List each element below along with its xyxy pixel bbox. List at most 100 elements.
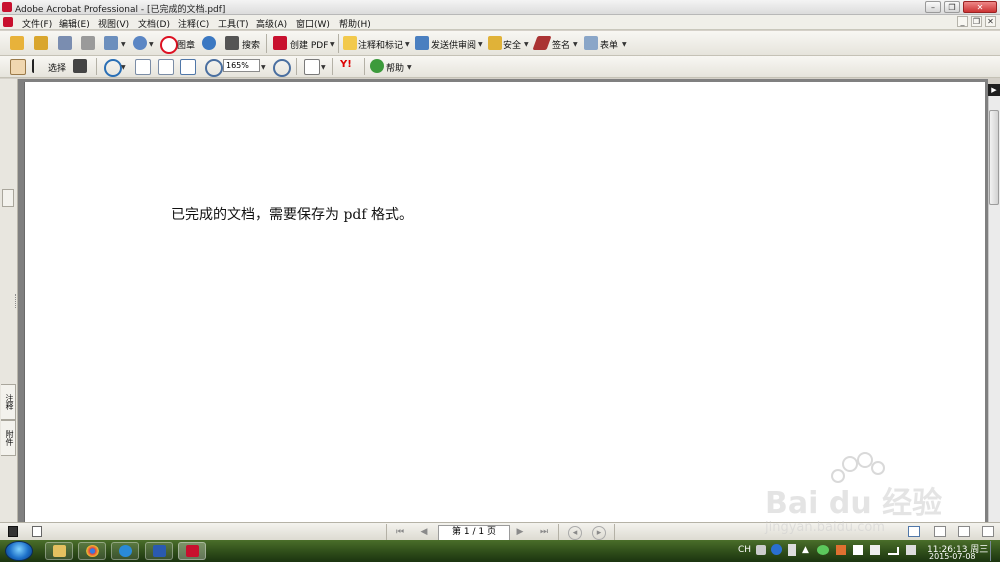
wechat-icon[interactable]: [817, 545, 829, 555]
panel-splitter[interactable]: [15, 294, 17, 308]
chevron-down-icon[interactable]: ▼: [622, 41, 627, 48]
web-icon[interactable]: [202, 36, 216, 50]
menu-view[interactable]: 视图(V): [98, 17, 129, 30]
menu-edit[interactable]: 编辑(E): [59, 17, 90, 30]
taskbar-acrobat[interactable]: [178, 542, 206, 560]
zoom-in-icon[interactable]: [104, 59, 122, 77]
continuous-facing-view-icon[interactable]: [982, 526, 994, 537]
print-icon[interactable]: [81, 36, 95, 50]
lock-icon[interactable]: [488, 36, 502, 50]
forms-icon[interactable]: [584, 36, 598, 50]
chevron-down-icon[interactable]: ▼: [407, 64, 412, 71]
help-label[interactable]: 帮助: [386, 61, 404, 74]
keyboard-icon[interactable]: [756, 545, 766, 555]
stamp-icon[interactable]: [160, 36, 178, 54]
page-layout-icon[interactable]: [8, 526, 18, 537]
scrollbar-thumb[interactable]: [989, 110, 999, 205]
yahoo-icon[interactable]: Y!: [340, 59, 358, 73]
next-page-icon[interactable]: ▶: [514, 526, 526, 538]
chevron-down-icon[interactable]: ▼: [524, 41, 529, 48]
next-view-icon[interactable]: ▸: [592, 526, 606, 540]
save-icon[interactable]: [58, 36, 72, 50]
taskbar-chrome[interactable]: [78, 542, 106, 560]
open-icon[interactable]: [10, 36, 24, 50]
forms-label[interactable]: 表单: [600, 38, 618, 51]
close-button[interactable]: ✕: [963, 1, 997, 13]
scroll-right-arrow-icon[interactable]: ▶: [988, 84, 1000, 96]
snapshot-icon[interactable]: [73, 59, 87, 73]
doc-close-button[interactable]: ✕: [985, 16, 996, 27]
single-page-icon[interactable]: [32, 526, 42, 537]
restore-button[interactable]: ❐: [944, 1, 960, 13]
send-review-label[interactable]: 发送供审阅: [431, 38, 476, 51]
previous-page-icon[interactable]: ◀: [418, 526, 430, 538]
notification-icon[interactable]: [788, 544, 796, 556]
chevron-down-icon[interactable]: ▼: [573, 41, 578, 48]
zoom-level-input[interactable]: 165%: [223, 59, 260, 72]
pen-icon[interactable]: [532, 36, 552, 50]
chevron-down-icon[interactable]: ▼: [149, 41, 154, 48]
show-desktop-button[interactable]: [990, 541, 999, 561]
facing-view-icon[interactable]: [958, 526, 970, 537]
first-page-icon[interactable]: ⏮: [394, 526, 406, 538]
select-cursor-icon[interactable]: [32, 59, 40, 73]
zoom-out-icon[interactable]: [205, 59, 223, 77]
minimize-button[interactable]: –: [925, 1, 941, 13]
clock-date[interactable]: 2015-07-08: [929, 552, 976, 561]
tray-app-icon[interactable]: [836, 545, 846, 555]
previous-view-icon[interactable]: ◂: [568, 526, 582, 540]
binoculars-icon[interactable]: [225, 36, 239, 50]
doc-restore-button[interactable]: ❐: [971, 16, 982, 27]
volume-icon[interactable]: [906, 545, 916, 555]
comment-icon[interactable]: [343, 36, 357, 50]
menu-document[interactable]: 文档(D): [138, 17, 170, 30]
hand-icon[interactable]: [10, 59, 26, 75]
taskbar-explorer[interactable]: [45, 542, 73, 560]
last-page-icon[interactable]: ⏭: [538, 526, 550, 538]
panel-toggle-tab[interactable]: [2, 189, 14, 207]
menu-advanced[interactable]: 高级(A): [256, 17, 287, 30]
menu-comments[interactable]: 注释(C): [178, 17, 209, 30]
search-label[interactable]: 搜索: [242, 38, 260, 51]
doc-minimize-button[interactable]: _: [957, 16, 968, 27]
network-signal-icon[interactable]: [888, 547, 899, 555]
chevron-down-icon[interactable]: ▼: [321, 64, 326, 71]
show-hidden-icons-icon[interactable]: ▲: [802, 545, 809, 555]
create-pdf-icon[interactable]: [273, 36, 287, 50]
menu-window[interactable]: 窗口(W): [296, 17, 330, 30]
chevron-down-icon[interactable]: ▼: [405, 41, 410, 48]
zoom-plus-icon[interactable]: [273, 59, 291, 77]
document-icon[interactable]: [3, 17, 13, 27]
chevron-down-icon[interactable]: ▼: [121, 41, 126, 48]
select-label[interactable]: 选择: [48, 61, 66, 74]
secure-label[interactable]: 安全: [503, 38, 521, 51]
chevron-down-icon[interactable]: ▼: [121, 64, 126, 71]
menu-file[interactable]: 文件(F): [22, 17, 52, 30]
chevron-down-icon[interactable]: ▼: [330, 41, 335, 48]
tab-attachments[interactable]: 附件: [1, 420, 16, 456]
language-indicator[interactable]: CH: [738, 545, 751, 555]
help-icon[interactable]: [370, 59, 384, 73]
start-button[interactable]: [5, 541, 33, 561]
fit-page-icon[interactable]: [158, 59, 174, 75]
create-pdf-label[interactable]: 创建 PDF: [290, 38, 328, 51]
menu-help[interactable]: 帮助(H): [339, 17, 371, 30]
tab-comments[interactable]: 注释: [1, 384, 16, 420]
tray-device-icon[interactable]: [870, 545, 880, 555]
fit-width-icon[interactable]: [180, 59, 196, 75]
comment-markup-label[interactable]: 注释和标记: [358, 38, 403, 51]
organizer-icon[interactable]: [34, 36, 48, 50]
taskbar-ie[interactable]: [111, 542, 139, 560]
attach-icon[interactable]: [133, 36, 147, 50]
menu-tools[interactable]: 工具(T): [218, 17, 249, 30]
help-tray-icon[interactable]: [771, 544, 782, 555]
send-review-icon[interactable]: [415, 36, 429, 50]
stamp-label[interactable]: 图章: [177, 38, 195, 51]
email-icon[interactable]: [104, 36, 118, 50]
windows-flag-icon[interactable]: [853, 545, 863, 555]
actual-size-icon[interactable]: [135, 59, 151, 75]
chevron-down-icon[interactable]: ▼: [478, 41, 483, 48]
sign-label[interactable]: 签名: [552, 38, 570, 51]
taskbar-word[interactable]: [145, 542, 173, 560]
rotate-page-icon[interactable]: [304, 59, 320, 75]
